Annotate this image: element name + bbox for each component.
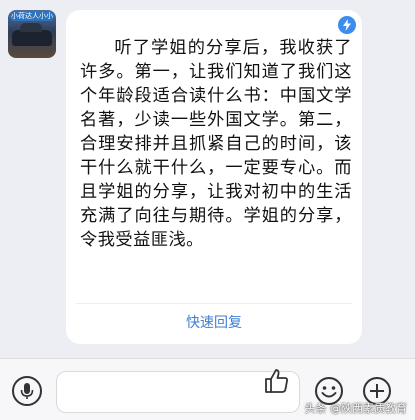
quick-reply-button[interactable]: 快速回复 <box>66 314 362 332</box>
watermark: 头条 @陕西素质教育 <box>304 402 408 415</box>
lightning-icon <box>338 16 356 34</box>
message-text: 听了学姐的分享后，我收获了许多。第一，让我们知道了我们这个年龄段适合读什么书：中… <box>80 38 352 250</box>
message-bubble: 听了学姐的分享后，我收获了许多。第一，让我们知道了我们这个年龄段适合读什么书：中… <box>66 10 362 344</box>
avatar-label: 小荷达人小小 <box>10 12 54 21</box>
avatar-car-image <box>12 23 52 46</box>
thumbs-up-icon[interactable] <box>262 367 290 395</box>
divider <box>76 303 352 304</box>
avatar[interactable]: 小荷达人小小 <box>8 10 56 58</box>
microphone-icon[interactable] <box>12 376 42 406</box>
